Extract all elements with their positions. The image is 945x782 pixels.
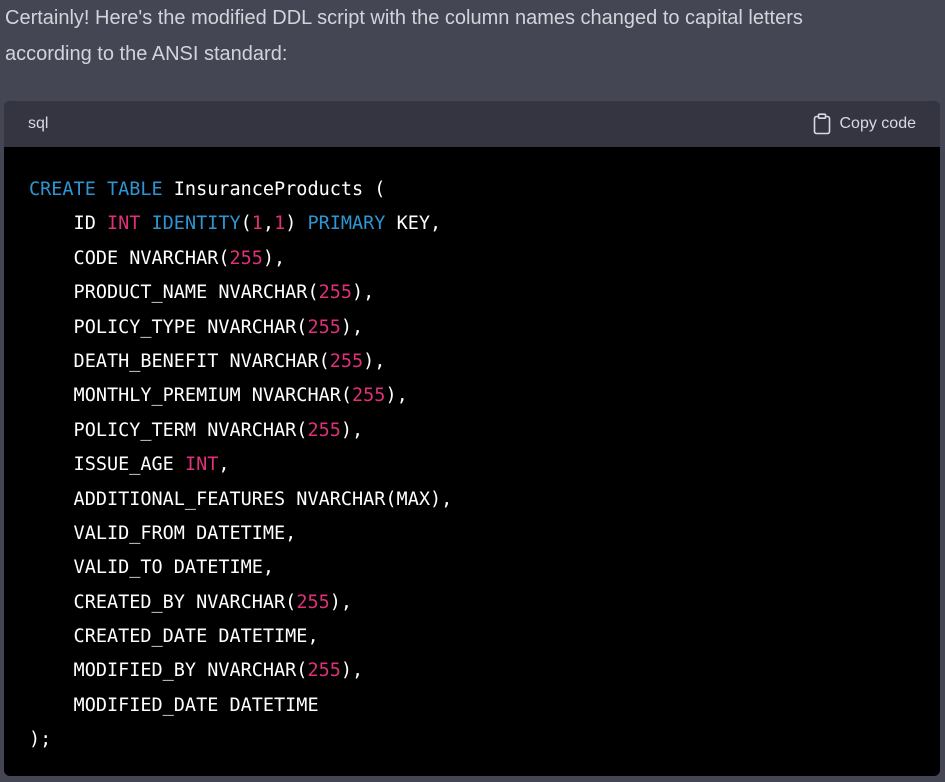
copy-code-label: Copy code — [839, 115, 917, 132]
intro-line-2: according to the ANSI standard: — [5, 43, 288, 65]
code-token: CREATED_BY NVARCHAR( — [29, 591, 297, 613]
code-line: POLICY_TERM NVARCHAR(255), — [29, 414, 916, 448]
code-token: 255 — [352, 385, 386, 407]
code-token: VALID_FROM DATETIME, — [29, 522, 297, 544]
copy-code-button[interactable]: Copy code — [812, 113, 917, 135]
code-token: INT — [106, 213, 141, 235]
code-line: DEATH_BENEFIT NVARCHAR(255), — [29, 345, 916, 379]
code-token: ), — [340, 660, 364, 682]
code-token: ), — [385, 385, 408, 407]
code-token: POLICY_TERM NVARCHAR( — [29, 419, 308, 441]
intro-line-1: Certainly! Here's the modified DDL scrip… — [5, 7, 803, 29]
code-content[interactable]: CREATE TABLE InsuranceProducts ( ID INT … — [4, 147, 940, 758]
code-token: PRIMARY — [307, 213, 386, 235]
code-token: 255 — [307, 316, 341, 338]
code-token: ID — [29, 213, 107, 235]
code-token: ); — [29, 729, 52, 751]
code-line: MONTHLY_PREMIUM NVARCHAR(255), — [29, 379, 916, 413]
code-token: IDENTITY — [151, 213, 241, 235]
code-token: CREATE TABLE — [29, 179, 163, 200]
code-token: INT — [184, 454, 219, 476]
code-token: 255 — [296, 591, 330, 613]
code-token: DEATH_BENEFIT NVARCHAR( — [29, 350, 330, 372]
code-token: ), — [329, 591, 353, 613]
code-line: VALID_TO DATETIME, — [29, 551, 916, 585]
code-line: MODIFIED_BY NVARCHAR(255), — [29, 654, 916, 688]
code-token: 255 — [307, 660, 341, 682]
clipboard-icon — [812, 113, 832, 135]
code-token: MODIFIED_DATE DATETIME — [29, 694, 319, 716]
code-token: KEY, — [385, 213, 442, 235]
code-token: 255 — [229, 247, 263, 269]
code-block: sql Copy code CREATE TABLE InsuranceProd… — [4, 101, 940, 776]
code-token: VALID_TO DATETIME, — [29, 557, 275, 579]
code-line: ADDITIONAL_FEATURES NVARCHAR(MAX), — [29, 483, 916, 517]
code-token: ), — [340, 419, 364, 441]
code-line: VALID_FROM DATETIME, — [29, 517, 916, 551]
code-token: CREATED_DATE DATETIME, — [29, 626, 319, 648]
code-token: ( — [240, 213, 252, 235]
assistant-message-text: Certainly! Here's the modified DDL scrip… — [5, 0, 940, 72]
code-token: ) — [285, 213, 308, 235]
code-token: ), — [340, 316, 364, 338]
code-line: ); — [29, 723, 916, 757]
code-line: ID INT IDENTITY(1,1) PRIMARY KEY, — [29, 207, 916, 241]
code-line: ISSUE_AGE INT, — [29, 448, 916, 482]
code-token: MODIFIED_BY NVARCHAR( — [29, 660, 308, 682]
code-token: ADDITIONAL_FEATURES NVARCHAR(MAX), — [29, 488, 453, 510]
code-token: ISSUE_AGE — [29, 454, 185, 476]
code-line: CREATED_DATE DATETIME, — [29, 620, 916, 654]
code-token: ), — [352, 282, 375, 304]
code-token: ), — [262, 247, 286, 269]
code-line: MODIFIED_DATE DATETIME — [29, 689, 916, 723]
code-token: CODE NVARCHAR( — [29, 247, 230, 269]
code-token: MONTHLY_PREMIUM NVARCHAR( — [29, 385, 353, 407]
code-token: , — [262, 213, 275, 235]
code-token: 255 — [329, 350, 364, 372]
code-line: CODE NVARCHAR(255), — [29, 242, 916, 276]
code-token: 1 — [251, 213, 263, 235]
code-line: CREATE TABLE InsuranceProducts ( — [29, 173, 916, 207]
code-token: PRODUCT_NAME NVARCHAR( — [29, 282, 319, 304]
code-line: POLICY_TYPE NVARCHAR(255), — [29, 311, 916, 345]
code-block-header: sql Copy code — [4, 101, 940, 147]
code-line: CREATED_BY NVARCHAR(255), — [29, 586, 916, 620]
code-line: PRODUCT_NAME NVARCHAR(255), — [29, 276, 916, 310]
code-token: ), — [363, 350, 386, 372]
code-token: 1 — [274, 213, 286, 235]
code-token: POLICY_TYPE NVARCHAR( — [29, 316, 308, 338]
code-token: , — [218, 454, 230, 476]
code-token: InsuranceProducts ( — [162, 179, 386, 200]
code-token: 255 — [307, 419, 341, 441]
code-token: 255 — [318, 282, 353, 304]
code-language-label: sql — [28, 115, 49, 132]
